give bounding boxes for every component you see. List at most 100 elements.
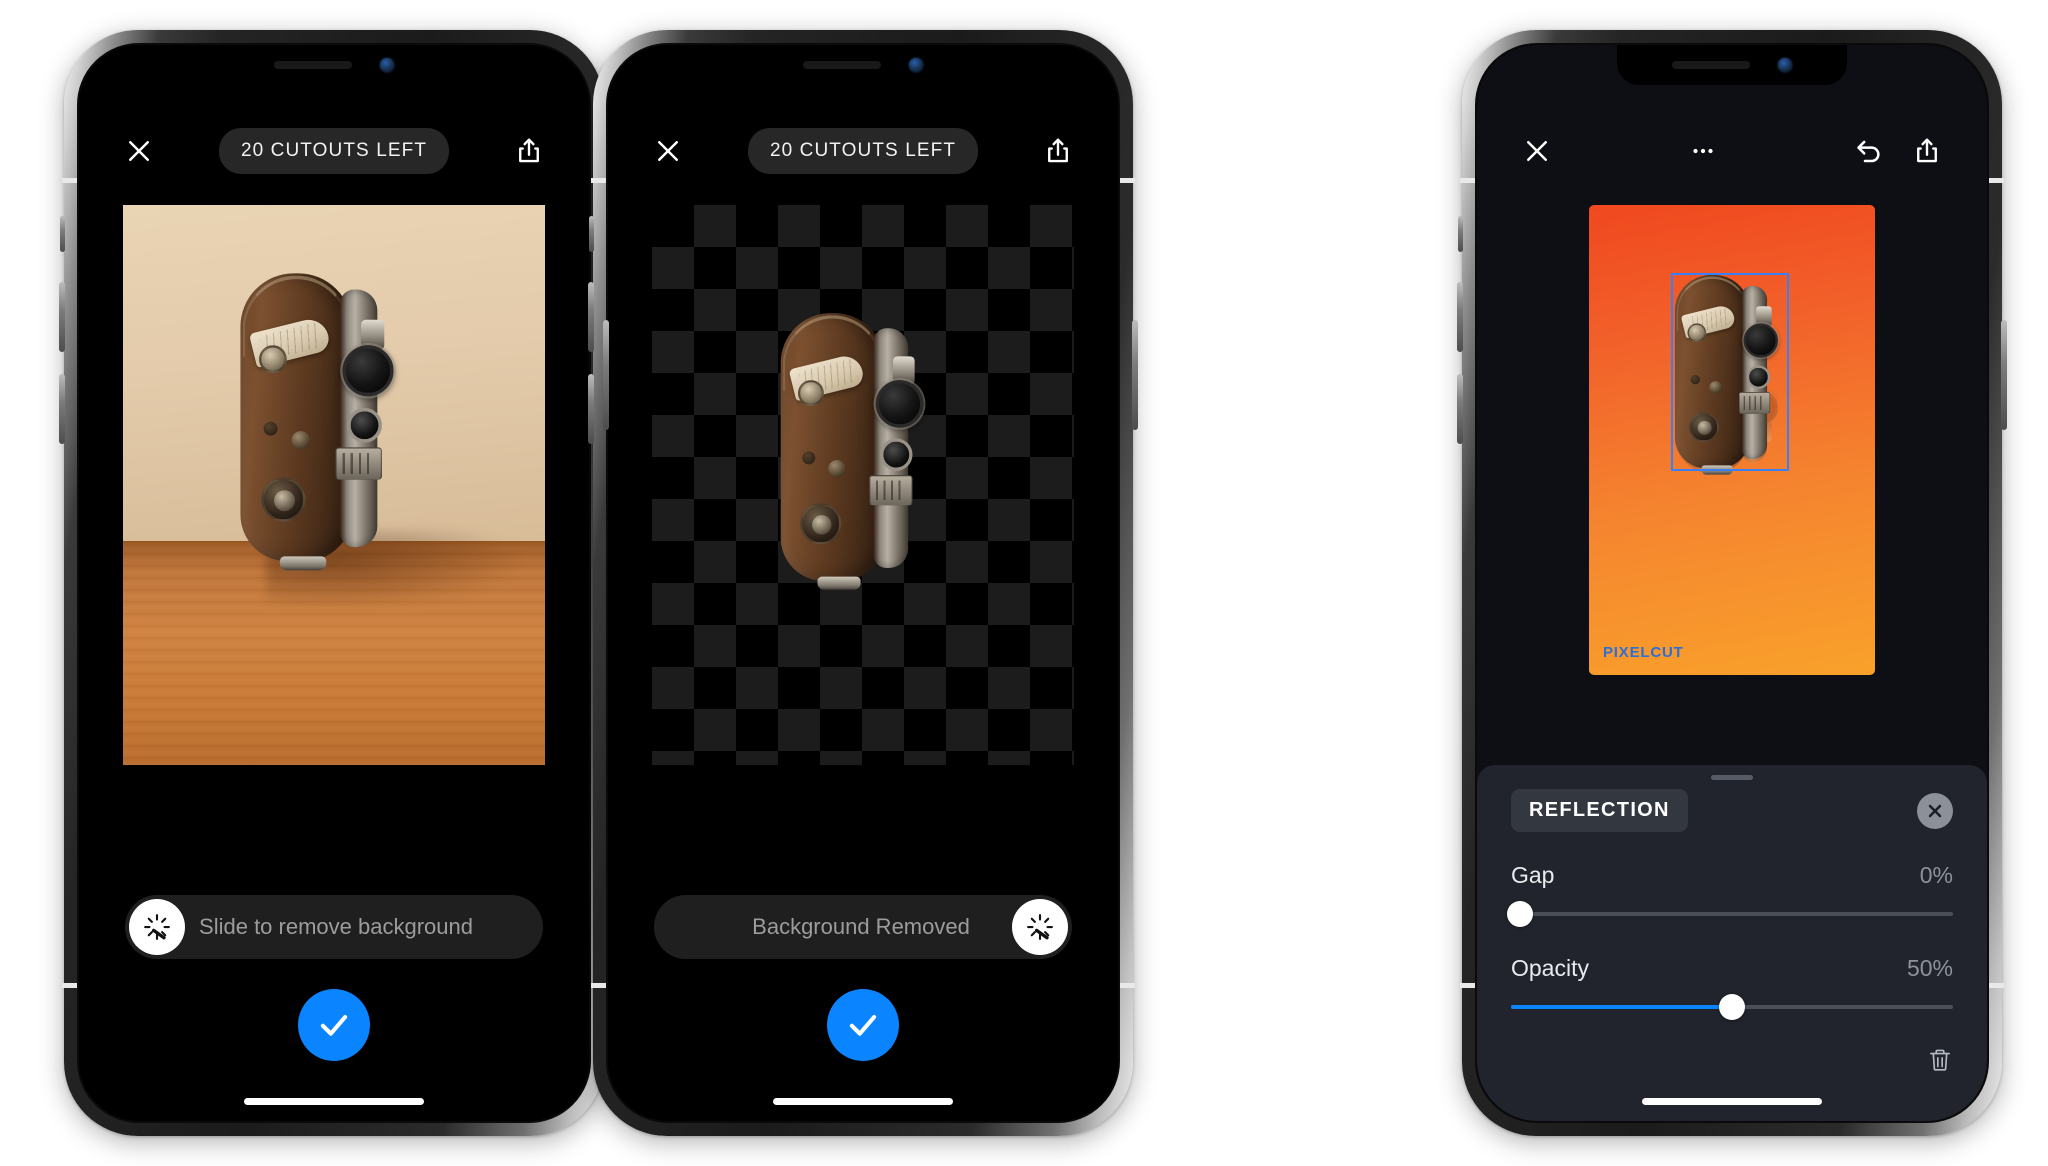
phone-2-canvas[interactable] [608,205,1118,765]
reflection-panel: REFLECTION Gap 0% Opacity 50% [1477,765,1987,1121]
panel-title: REFLECTION [1511,789,1688,832]
close-icon [124,136,154,166]
volume-down-button[interactable] [588,374,594,444]
close-button[interactable] [646,129,690,173]
undo-icon [1853,135,1885,167]
earpiece-speaker-icon [274,61,352,69]
volume-down-button[interactable] [1457,374,1463,444]
gradient-composition[interactable]: PIXELCUT [1589,205,1875,675]
home-indicator[interactable] [244,1098,424,1105]
phone-2: 20 CUTOUTS LEFT Background Removed [588,30,1138,1136]
opacity-slider-fill [1511,1005,1732,1009]
undo-button[interactable] [1847,129,1891,173]
antenna-line [62,178,77,183]
volume-up-button[interactable] [1457,282,1463,352]
antenna-line [1120,178,1135,183]
phone-2-toolbar: 20 CUTOUTS LEFT [608,123,1118,179]
gap-slider[interactable] [1506,901,1953,927]
camera-cutout [780,313,924,590]
antenna-line [62,983,77,988]
phone-2-body: 20 CUTOUTS LEFT Background Removed [606,43,1120,1123]
power-button[interactable] [1132,320,1138,430]
antenna-line [591,178,606,183]
volume-down-button[interactable] [59,374,65,444]
panel-drag-handle[interactable] [1711,775,1753,780]
opacity-slider-thumb[interactable] [1719,994,1745,1020]
camera-subject [240,273,394,571]
front-camera-icon [1778,58,1792,72]
home-indicator[interactable] [773,1098,953,1105]
silent-switch[interactable] [60,216,65,252]
pixelcut-watermark: PIXELCUT [1603,644,1684,661]
gap-slider-rail [1511,912,1953,916]
source-photo [123,205,545,765]
front-camera-icon [909,58,923,72]
slider-knob[interactable] [1012,899,1068,955]
share-icon [1912,136,1942,166]
phone-2-screen: 20 CUTOUTS LEFT Background Removed [608,45,1118,1121]
gap-value: 0% [1919,862,1953,888]
antenna-line [591,983,606,988]
phone-2-confirm-wrap [608,989,1118,1061]
share-button[interactable] [1036,129,1080,173]
slider-knob[interactable] [129,899,185,955]
power-button[interactable] [2001,320,2007,430]
front-camera-icon [380,58,394,72]
background-removed-slider[interactable]: Background Removed [654,895,1072,959]
cutouts-left-badge: 20 CUTOUTS LEFT [218,128,450,174]
phone-1-body: 20 CUTOUTS LEFT Slide to remove backgrou… [77,43,591,1123]
notch [1617,45,1847,85]
close-icon [653,136,683,166]
volume-up-button[interactable] [59,282,65,352]
selection-bounding-box[interactable] [1671,273,1789,471]
gap-slider-thumb[interactable] [1506,901,1533,927]
phone-3-body: PIXELCUT REFLECTION Gap 0% Opacity 50% [1475,43,1989,1123]
opacity-label: Opacity [1511,955,1589,981]
antenna-line [1989,983,2004,988]
opacity-control-row: Opacity 50% [1511,955,1953,982]
confirm-button[interactable] [827,989,899,1061]
close-icon [1925,801,1945,821]
more-options-button[interactable] [1681,129,1725,173]
remove-background-slider[interactable]: Slide to remove background [125,895,543,959]
phone-3-toolbar [1477,123,1987,179]
phone-3-canvas[interactable]: PIXELCUT [1477,205,1987,675]
home-indicator[interactable] [1642,1098,1822,1105]
antenna-line [1460,178,1475,183]
delete-button[interactable] [1927,1047,1953,1073]
phone-1-toolbar: 20 CUTOUTS LEFT [79,123,589,179]
gap-control: Gap 0% [1506,862,1953,927]
silent-switch[interactable] [589,216,594,252]
cutouts-left-badge: 20 CUTOUTS LEFT [747,128,979,174]
opacity-slider[interactable] [1511,994,1953,1020]
power-button[interactable] [603,320,609,430]
phone-1: 20 CUTOUTS LEFT Slide to remove backgrou… [59,30,609,1136]
phone-1-canvas[interactable] [79,205,589,765]
slider-label: Slide to remove background [199,914,473,939]
opacity-value: 50% [1906,955,1953,981]
silent-switch[interactable] [1458,216,1463,252]
opacity-control: Opacity 50% [1511,955,1953,1020]
trash-icon [1927,1047,1953,1073]
close-button[interactable] [1515,129,1559,173]
notch [748,45,978,85]
antenna-line [1989,178,2004,183]
share-button[interactable] [1905,129,1949,173]
phone-2-slidebar: Background Removed [608,895,1118,959]
earpiece-speaker-icon [1672,61,1750,69]
gap-control-row: Gap 0% [1511,862,1953,889]
share-button[interactable] [507,129,551,173]
volume-up-button[interactable] [588,282,594,352]
close-button[interactable] [117,129,161,173]
gap-label: Gap [1511,862,1555,888]
phone-1-confirm-wrap [79,989,589,1061]
phone-3-screen: PIXELCUT REFLECTION Gap 0% Opacity 50% [1477,45,1987,1121]
checkmark-icon [315,1006,353,1044]
panel-close-button[interactable] [1917,792,1953,829]
share-icon [1043,136,1073,166]
phone-1-slidebar: Slide to remove background [79,895,589,959]
magic-wand-icon [1025,912,1055,942]
close-icon [1522,136,1552,166]
confirm-button[interactable] [298,989,370,1061]
ellipsis-icon [1688,136,1718,166]
